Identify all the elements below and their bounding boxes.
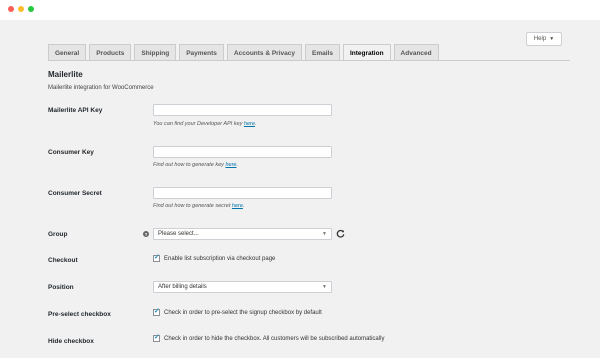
preselect-checkbox[interactable] [153, 307, 160, 316]
window-titlebar [0, 0, 600, 20]
consumer-secret-description: Find out how to generate secret here. [153, 203, 244, 209]
consumer-key-description: Find out how to generate key here. [153, 162, 238, 168]
hide-checkbox[interactable] [153, 333, 160, 342]
tab-general[interactable]: General [48, 44, 87, 61]
position-select[interactable]: After billing details ▼ [153, 281, 332, 293]
group-select[interactable]: Please select... ▼ [153, 228, 332, 240]
hide-checkbox-text: Check in order to hide the checkbox. All… [164, 335, 385, 342]
tabs-divider [48, 60, 570, 61]
consumer-key-label: Consumer Key [48, 149, 94, 156]
tab-emails[interactable]: Emails [304, 44, 340, 61]
refresh-icon[interactable] [336, 229, 345, 238]
preselect-checkbox-label: Check in order to pre-select the signup … [164, 309, 322, 316]
api-key-description: You can find your Developer API key here… [153, 121, 256, 127]
checkout-option: Enable list subscription via checkout pa… [153, 253, 276, 262]
consumer-secret-desc-text: Find out how to generate secret [153, 203, 232, 209]
consumer-key-desc-suffix: . [236, 162, 239, 168]
tab-shipping[interactable]: Shipping [134, 44, 177, 61]
hide-checkbox-label: Hide checkbox [48, 338, 94, 345]
close-window-button[interactable] [8, 6, 14, 12]
checkout-checkbox-label: Enable list subscription via checkout pa… [164, 255, 276, 262]
position-selected-value: After billing details [158, 284, 207, 290]
settings-tabs: General Products Shipping Payments Accou… [48, 44, 442, 61]
caret-down-icon: ▼ [549, 36, 555, 42]
consumer-secret-help-link[interactable]: here [232, 203, 243, 209]
api-key-desc-suffix: . [254, 121, 257, 127]
consumer-secret-input[interactable] [153, 187, 332, 199]
preselect-option: Check in order to pre-select the signup … [153, 307, 322, 316]
help-button[interactable]: Help ▼ [526, 32, 562, 46]
api-key-help-link[interactable]: here [244, 121, 255, 127]
preselect-label: Pre-select checkbox [48, 311, 111, 318]
checkout-checkbox[interactable] [153, 253, 160, 262]
tab-payments[interactable]: Payments [179, 44, 224, 61]
consumer-key-input[interactable] [153, 146, 332, 158]
help-tip-icon[interactable]: ? [143, 231, 149, 237]
settings-page: Help ▼ General Products Shipping Payment… [0, 20, 600, 358]
tab-advanced[interactable]: Advanced [393, 44, 439, 61]
chevron-down-icon: ▼ [322, 284, 327, 290]
consumer-secret-label: Consumer Secret [48, 190, 102, 197]
tab-accounts-privacy[interactable]: Accounts & Privacy [226, 44, 302, 61]
consumer-secret-desc-suffix: . [242, 203, 245, 209]
section-title: Mailerlite [48, 70, 83, 79]
section-description: Mailerlite integration for WooCommerce [48, 85, 154, 91]
consumer-key-help-link[interactable]: here [225, 162, 236, 168]
tab-products[interactable]: Products [89, 44, 132, 61]
checkout-label: Checkout [48, 257, 78, 264]
consumer-key-desc-text: Find out how to generate key [153, 162, 226, 168]
position-label: Position [48, 284, 74, 291]
hide-option: Check in order to hide the checkbox. All… [153, 333, 385, 342]
tab-integration[interactable]: Integration [342, 44, 391, 61]
api-key-desc-text: You can find your Developer API key [153, 121, 244, 127]
maximize-window-button[interactable] [28, 6, 34, 12]
help-button-label: Help [533, 36, 547, 42]
group-label: Group [48, 231, 68, 238]
minimize-window-button[interactable] [18, 6, 24, 12]
api-key-label: Mailerlite API Key [48, 107, 103, 114]
chevron-down-icon: ▼ [322, 231, 327, 237]
api-key-input[interactable] [153, 104, 332, 116]
group-selected-value: Please select... [158, 231, 199, 237]
